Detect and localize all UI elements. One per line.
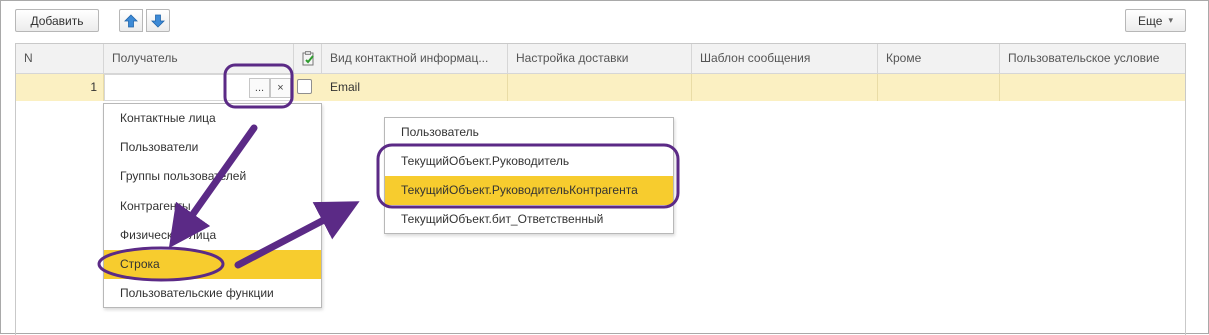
add-button[interactable]: Добавить [15, 9, 99, 32]
chevron-down-icon: ▾ [1168, 15, 1173, 25]
template-cell[interactable] [692, 74, 878, 101]
type-dropdown-menu: Контактные лица Пользователи Группы поль… [103, 103, 322, 308]
column-header-template[interactable]: Шаблон сообщения [692, 44, 878, 74]
menu-item-string[interactable]: Строка [104, 249, 321, 280]
column-header-recipient[interactable]: Получатель [104, 44, 294, 74]
column-header-delivery[interactable]: Настройка доставки [508, 44, 692, 74]
row-number: 1 [16, 74, 104, 101]
more-button[interactable]: Еще ▾ [1125, 9, 1186, 32]
value-dropdown-menu: Пользователь ТекущийОбъект.Руководитель … [384, 117, 674, 234]
menu-item-user-groups[interactable]: Группы пользователей [104, 162, 321, 191]
select-button[interactable]: ... [249, 78, 270, 98]
clipboard-check-icon [302, 51, 314, 66]
menu-item-users[interactable]: Пользователи [104, 133, 321, 162]
row-checkbox[interactable] [297, 79, 312, 94]
recipient-editor[interactable]: ... × [104, 74, 294, 101]
menu-item-contacts[interactable]: Контактные лица [104, 104, 321, 133]
menu-item-manager[interactable]: ТекущийОбъект.Руководитель [385, 147, 673, 176]
menu-item-user[interactable]: Пользователь [385, 118, 673, 147]
move-down-button[interactable] [146, 9, 170, 32]
menu-item-counterparty-manager[interactable]: ТекущийОбъект.РуководительКонтрагента [385, 176, 673, 205]
table-row[interactable]: 1 ... × Email [16, 74, 1185, 101]
column-header-check[interactable] [294, 44, 322, 74]
except-cell[interactable] [878, 74, 1000, 101]
column-header-contact-type[interactable]: Вид контактной информац... [322, 44, 508, 74]
arrow-up-icon [124, 13, 138, 27]
column-header-n[interactable]: N [16, 44, 104, 74]
column-header-except[interactable]: Кроме [878, 44, 1000, 74]
clear-button[interactable]: × [270, 78, 291, 98]
contact-type-cell[interactable]: Email [322, 74, 508, 101]
form-frame: Добавить Еще ▾ N Получатель Вид контактн… [0, 0, 1209, 335]
column-header-condition[interactable]: Пользовательское условие [1000, 44, 1185, 74]
menu-item-individuals[interactable]: Физические лица [104, 221, 321, 250]
menu-item-counterparties[interactable]: Контрагенты [104, 192, 321, 221]
delivery-cell[interactable] [508, 74, 692, 101]
move-up-button[interactable] [119, 9, 143, 32]
condition-cell[interactable] [1000, 74, 1185, 101]
menu-item-user-functions[interactable]: Пользовательские функции [104, 279, 321, 308]
more-label: Еще [1138, 13, 1163, 28]
menu-item-responsible[interactable]: ТекущийОбъект.бит_Ответственный [385, 205, 673, 234]
arrow-down-icon [151, 14, 165, 28]
